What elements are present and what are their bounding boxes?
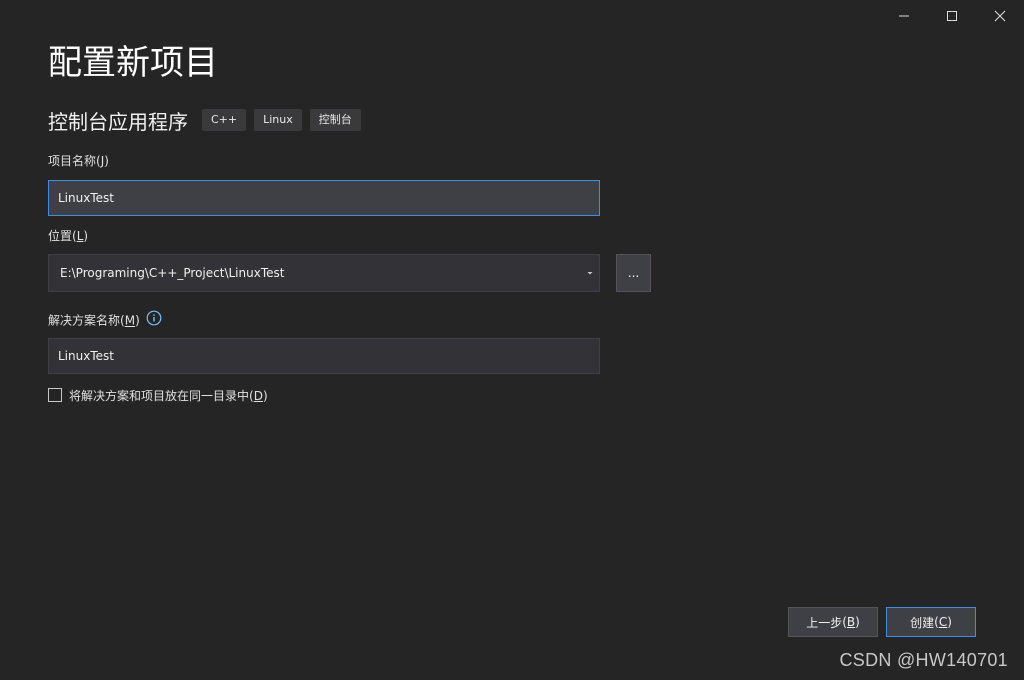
tag-linux: Linux — [254, 109, 302, 131]
template-name: 控制台应用程序 — [48, 109, 188, 134]
configure-project-dialog: 配置新项目 控制台应用程序 C++ Linux 控制台 项目名称(J) 位置(L… — [0, 0, 1024, 680]
tag-cpp: C++ — [202, 109, 247, 131]
maximize-button[interactable] — [928, 0, 976, 32]
location-dropdown-button[interactable] — [581, 255, 599, 291]
minimize-icon — [899, 15, 909, 17]
browse-button[interactable]: ... — [616, 254, 651, 292]
maximize-icon — [947, 11, 957, 21]
project-name-label: 项目名称(J) — [48, 154, 109, 168]
same-directory-checkbox[interactable] — [48, 387, 62, 402]
minimize-button[interactable] — [880, 0, 928, 32]
close-button[interactable] — [976, 0, 1024, 32]
same-directory-label: 将解决方案和项目放在同一目录中(D) — [69, 389, 268, 403]
location-combobox[interactable]: E:\Programing\C++_Project\LinuxTest — [48, 254, 600, 292]
create-button[interactable]: 创建(C) — [886, 607, 976, 637]
back-button[interactable]: 上一步(B) — [788, 607, 878, 637]
same-directory-option[interactable]: 将解决方案和项目放在同一目录中(D) — [48, 386, 268, 403]
window-controls — [880, 0, 1024, 32]
location-value: E:\Programing\C++_Project\LinuxTest — [60, 266, 285, 280]
watermark: CSDN @HW140701 — [839, 650, 1008, 670]
solution-name-input[interactable] — [48, 338, 600, 374]
project-name-input[interactable] — [48, 180, 600, 216]
page-title: 配置新项目 — [48, 43, 218, 83]
chevron-down-icon — [587, 272, 593, 275]
solution-name-label: 解决方案名称(M) — [48, 310, 162, 331]
close-icon — [994, 10, 1006, 22]
location-label: 位置(L) — [48, 229, 89, 243]
template-summary: 控制台应用程序 C++ Linux 控制台 — [48, 106, 369, 134]
tag-console: 控制台 — [309, 109, 361, 131]
info-icon[interactable] — [146, 310, 162, 330]
